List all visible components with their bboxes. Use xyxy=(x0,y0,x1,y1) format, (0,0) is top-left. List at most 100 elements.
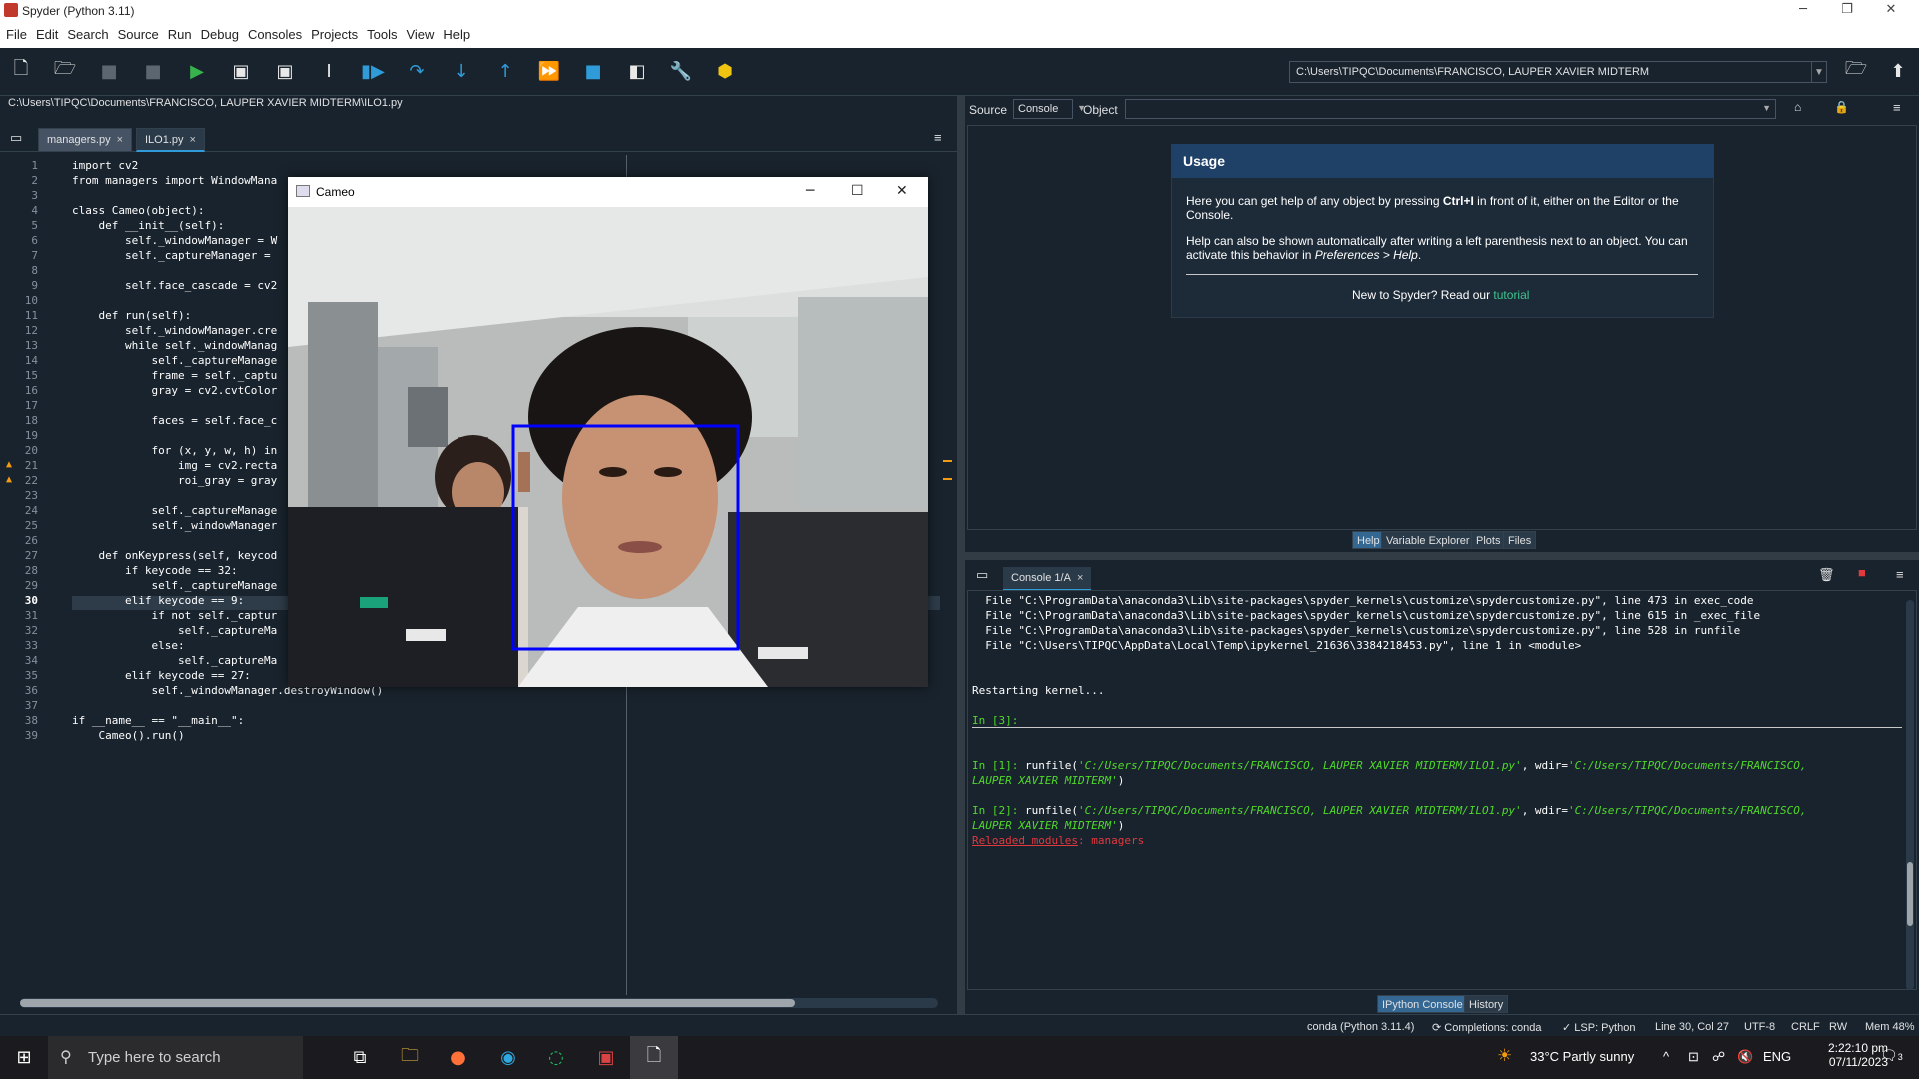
taskbar-search-box[interactable]: ⚲ Type here to search xyxy=(48,1036,303,1079)
minimize-icon[interactable]: ─ xyxy=(1785,2,1821,20)
notepad-icon[interactable]: 🗋 xyxy=(630,1036,678,1079)
browse-tabs-icon[interactable]: ▭ xyxy=(10,130,22,146)
weather-icon[interactable]: ☀ xyxy=(1497,1046,1512,1066)
usage-text: . xyxy=(1417,248,1422,262)
app-ring-icon[interactable]: ◌ xyxy=(532,1036,580,1079)
step-into-icon[interactable]: ↓ xyxy=(448,58,474,84)
tab-ilo1-py[interactable]: ILO1.py × xyxy=(136,128,205,152)
object-input[interactable]: ▼ xyxy=(1125,99,1776,119)
usage-paragraph-2-cont: activate this behavior in Preferences > … xyxy=(1186,249,1421,262)
browse-tabs-icon[interactable]: ▭ xyxy=(976,567,988,583)
tab-managers-py[interactable]: managers.py × xyxy=(38,128,133,152)
close-tab-icon[interactable]: × xyxy=(190,134,196,146)
save-icon[interactable]: ■ xyxy=(96,58,122,84)
chevron-down-icon[interactable]: ▼ xyxy=(1762,103,1771,113)
menu-source[interactable]: Source xyxy=(112,22,162,42)
tab-console-1a[interactable]: Console 1/A × xyxy=(1003,567,1092,591)
run-selection-icon[interactable]: I xyxy=(316,58,342,84)
pane-splitter[interactable] xyxy=(957,96,965,1014)
notifications-icon[interactable]: 🗨3 xyxy=(1880,1047,1903,1064)
menu-file[interactable]: File xyxy=(0,22,30,42)
help-options-icon[interactable]: ≡ xyxy=(1893,100,1901,115)
language-indicator[interactable]: ENG xyxy=(1763,1049,1791,1064)
tutorial-link[interactable]: tutorial xyxy=(1493,288,1529,302)
maximize-pane-icon[interactable]: ◧ xyxy=(624,58,650,84)
task-view-icon[interactable]: ⧉ xyxy=(336,1036,384,1079)
menu-debug[interactable]: Debug xyxy=(195,22,242,42)
console-vertical-scrollbar[interactable] xyxy=(1906,600,1914,990)
new-file-icon[interactable]: 🗋 xyxy=(8,58,34,84)
line-number: 19 xyxy=(24,429,38,442)
firefox-icon[interactable]: ● xyxy=(434,1036,482,1079)
browse-folder-icon[interactable]: 🗁 xyxy=(1843,58,1869,84)
pane-splitter[interactable] xyxy=(965,552,1919,560)
close-tab-icon[interactable]: × xyxy=(117,134,123,146)
edge-icon[interactable]: ◉ xyxy=(484,1036,532,1079)
tab-ipython-console[interactable]: IPython Console xyxy=(1377,995,1468,1013)
code-line: if keycode == 32: xyxy=(72,564,238,577)
close-icon[interactable]: ✕ xyxy=(1873,2,1909,20)
editor-options-icon[interactable]: ≡ xyxy=(934,130,942,145)
interrupt-kernel-icon[interactable]: ■ xyxy=(1858,565,1866,580)
editor-horizontal-scrollbar[interactable] xyxy=(20,998,938,1008)
run-cell-icon[interactable]: ▣ xyxy=(228,58,254,84)
lock-icon[interactable]: 🔒 xyxy=(1834,100,1849,114)
warning-icon[interactable]: ▲ xyxy=(6,474,12,485)
menu-view[interactable]: View xyxy=(400,22,437,42)
home-icon[interactable]: ⌂ xyxy=(1794,100,1801,114)
step-over-icon[interactable]: ↷ xyxy=(404,58,430,84)
warning-icon[interactable]: ▲ xyxy=(6,459,12,470)
menu-bar: File Edit Search Source Run Debug Consoles Proj… xyxy=(0,22,1919,48)
tab-plots[interactable]: Plots xyxy=(1471,531,1506,549)
close-tab-icon[interactable]: × xyxy=(1077,572,1083,584)
continue-icon[interactable]: ⏩ xyxy=(536,58,562,84)
menu-edit[interactable]: Edit xyxy=(30,22,61,42)
menu-help[interactable]: Help xyxy=(437,22,473,42)
menu-search[interactable]: Search xyxy=(61,22,111,42)
menu-tools[interactable]: Tools xyxy=(361,22,400,42)
windows-start-icon[interactable]: ⊞ xyxy=(0,1036,48,1079)
show-hidden-icons-icon[interactable]: ^ xyxy=(1663,1049,1669,1064)
wifi-icon[interactable]: ☍ xyxy=(1712,1049,1725,1065)
clock[interactable]: 2:22:10 pm 07/11/2023 xyxy=(1812,1041,1888,1069)
python-path-icon[interactable]: ⬢ xyxy=(712,58,738,84)
tab-history[interactable]: History xyxy=(1464,995,1509,1013)
menu-consoles[interactable]: Consoles xyxy=(242,22,305,42)
warning-marker xyxy=(943,478,952,480)
weather-text[interactable]: 33°C Partly sunny xyxy=(1530,1049,1634,1064)
step-return-icon[interactable]: ↑ xyxy=(492,58,518,84)
status-env[interactable]: conda (Python 3.11.4) xyxy=(1307,1021,1414,1033)
stop-icon[interactable]: ■ xyxy=(580,58,606,84)
scrollbar-thumb[interactable] xyxy=(20,999,795,1007)
run-cell-advance-icon[interactable]: ▣ xyxy=(272,58,298,84)
chevron-down-icon[interactable]: ▼ xyxy=(1811,61,1827,83)
open-file-icon[interactable]: 🗁 xyxy=(52,58,78,84)
debug-icon[interactable]: ▮▶ xyxy=(360,58,386,84)
parent-directory-icon[interactable]: ⬆ xyxy=(1885,58,1911,84)
cmd-string: 'C:/Users/TIPQC/Documents/FRANCISCO, xyxy=(1568,804,1807,817)
console-options-icon[interactable]: ≡ xyxy=(1896,567,1904,582)
tab-variable-explorer[interactable]: Variable Explorer xyxy=(1381,531,1475,549)
close-icon[interactable]: ✕ xyxy=(896,183,908,199)
tab-files[interactable]: Files xyxy=(1503,531,1537,549)
tab-help[interactable]: Help xyxy=(1352,531,1385,549)
preferences-icon[interactable]: 🔧 xyxy=(668,58,694,84)
spyder-taskbar-icon[interactable]: ▣ xyxy=(582,1036,630,1079)
working-directory-combo[interactable]: C:\Users\TIPQC\Documents\FRANCISCO, LAUP… xyxy=(1289,61,1827,83)
menu-projects[interactable]: Projects xyxy=(305,22,361,42)
file-explorer-icon[interactable]: 🗀 xyxy=(386,1036,434,1079)
trash-icon[interactable]: 🗑 xyxy=(1818,567,1835,583)
minimize-icon[interactable]: ─ xyxy=(806,183,814,199)
source-combo[interactable]: Console ▼ xyxy=(1013,99,1086,119)
maximize-icon[interactable]: ☐ xyxy=(851,183,864,199)
code-line: while self._windowManag xyxy=(72,339,278,352)
save-all-icon[interactable]: ■ xyxy=(140,58,166,84)
scrollbar-thumb[interactable] xyxy=(1907,862,1913,926)
run-icon[interactable]: ▶ xyxy=(184,58,210,84)
network-icon[interactable]: ⊡ xyxy=(1688,1049,1699,1065)
restore-icon[interactable]: ❐ xyxy=(1829,2,1865,20)
menu-run[interactable]: Run xyxy=(162,22,195,42)
line-number: 7 xyxy=(31,249,38,262)
completions-icon: ⟳ xyxy=(1432,1022,1445,1034)
volume-muted-icon[interactable]: 🔇 xyxy=(1737,1049,1753,1065)
